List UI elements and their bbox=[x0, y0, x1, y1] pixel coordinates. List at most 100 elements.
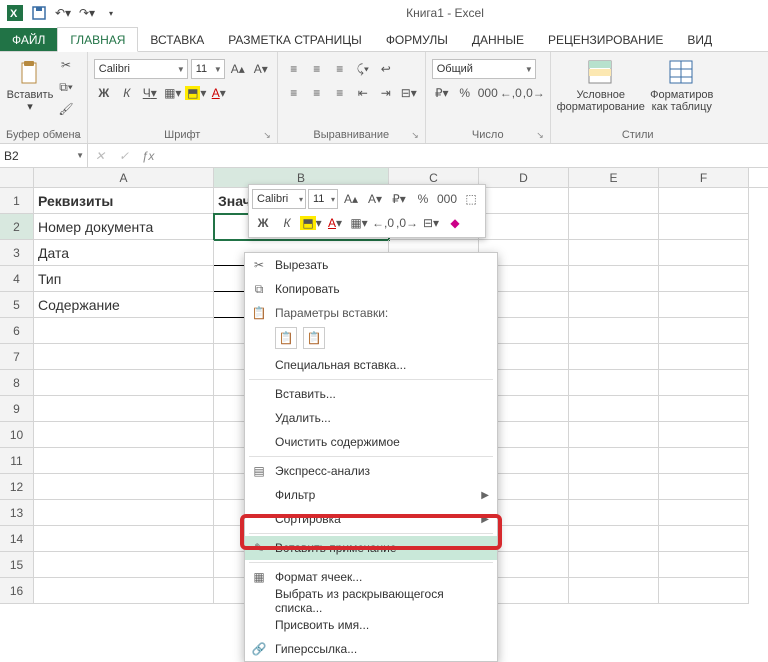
decrease-font-button[interactable]: A▾ bbox=[251, 59, 271, 79]
row-header[interactable]: 6 bbox=[0, 318, 34, 344]
decrease-decimal-button[interactable]: ,0→ bbox=[524, 83, 544, 103]
increase-indent-button[interactable]: ⇥ bbox=[376, 83, 396, 103]
clipboard-dialog-launcher[interactable]: ↘ bbox=[73, 130, 81, 141]
mini-clear-format[interactable]: ◆ bbox=[444, 212, 466, 234]
row-header[interactable]: 2 bbox=[0, 214, 34, 240]
select-all-corner[interactable] bbox=[0, 168, 34, 187]
accounting-format-button[interactable]: ₽▾ bbox=[432, 83, 452, 103]
cell-F5[interactable] bbox=[659, 292, 749, 318]
paste-button[interactable]: Вставить▾ bbox=[6, 55, 54, 113]
font-name-combo[interactable]: Calibri▼ bbox=[94, 59, 188, 79]
conditional-formatting-button[interactable]: Условное форматирование bbox=[557, 55, 645, 113]
mini-font-name[interactable]: Calibri▾ bbox=[252, 189, 306, 209]
row-header[interactable]: 8 bbox=[0, 370, 34, 396]
cell-A14[interactable] bbox=[34, 526, 214, 552]
cell-F6[interactable] bbox=[659, 318, 749, 344]
cell-F11[interactable] bbox=[659, 448, 749, 474]
mini-percent[interactable]: % bbox=[412, 188, 434, 210]
cell-A7[interactable] bbox=[34, 344, 214, 370]
redo-button[interactable]: ↷▾ bbox=[76, 2, 98, 24]
number-dialog-launcher[interactable]: ↘ bbox=[536, 130, 544, 141]
mini-decrease-font[interactable]: A▾ bbox=[364, 188, 386, 210]
ctx-paste-special[interactable]: Специальная вставка... bbox=[245, 353, 497, 377]
ctx-filter[interactable]: Фильтр▶ bbox=[245, 483, 497, 507]
tab-view[interactable]: ВИД bbox=[675, 28, 724, 51]
mini-bold[interactable]: Ж bbox=[252, 212, 274, 234]
increase-decimal-button[interactable]: ←,0 bbox=[501, 83, 521, 103]
wrap-text-button[interactable]: ↩ bbox=[376, 59, 396, 79]
cell-D2[interactable] bbox=[479, 214, 569, 240]
font-color-button[interactable]: A▾ bbox=[209, 83, 229, 103]
row-header[interactable]: 11 bbox=[0, 448, 34, 474]
mini-dec-decimal[interactable]: ,0→ bbox=[396, 212, 418, 234]
increase-font-button[interactable]: A▴ bbox=[228, 59, 248, 79]
cell-A2[interactable]: Номер документа bbox=[34, 214, 214, 240]
formula-input[interactable] bbox=[160, 144, 768, 167]
name-box[interactable]: B2▼ bbox=[0, 144, 88, 167]
ctx-insert[interactable]: Вставить... bbox=[245, 382, 497, 406]
cell-E4[interactable] bbox=[569, 266, 659, 292]
align-bottom-button[interactable]: ≡ bbox=[330, 59, 350, 79]
cell-A1[interactable]: Реквизиты bbox=[34, 188, 214, 214]
cell-F16[interactable] bbox=[659, 578, 749, 604]
orientation-button[interactable]: ⤹▾ bbox=[353, 59, 373, 79]
cell-F7[interactable] bbox=[659, 344, 749, 370]
borders-button[interactable]: ▦▾ bbox=[163, 83, 183, 103]
cell-E7[interactable] bbox=[569, 344, 659, 370]
cell-E15[interactable] bbox=[569, 552, 659, 578]
cell-A4[interactable]: Тип bbox=[34, 266, 214, 292]
cell-A13[interactable] bbox=[34, 500, 214, 526]
cell-F15[interactable] bbox=[659, 552, 749, 578]
undo-button[interactable]: ↶▾ bbox=[52, 2, 74, 24]
cell-A9[interactable] bbox=[34, 396, 214, 422]
ctx-pick-from-list[interactable]: Выбрать из раскрывающегося списка... bbox=[245, 589, 497, 613]
cell-A6[interactable] bbox=[34, 318, 214, 344]
cell-E11[interactable] bbox=[569, 448, 659, 474]
cell-A5[interactable]: Содержание bbox=[34, 292, 214, 318]
cell-E10[interactable] bbox=[569, 422, 659, 448]
row-header[interactable]: 3 bbox=[0, 240, 34, 266]
ctx-format-cells[interactable]: ▦Формат ячеек... bbox=[245, 565, 497, 589]
align-top-button[interactable]: ≡ bbox=[284, 59, 304, 79]
cell-A16[interactable] bbox=[34, 578, 214, 604]
cell-A15[interactable] bbox=[34, 552, 214, 578]
col-header-F[interactable]: F bbox=[659, 168, 749, 187]
cell-E1[interactable] bbox=[569, 188, 659, 214]
underline-button[interactable]: Ч▾ bbox=[140, 83, 160, 103]
cell-F13[interactable] bbox=[659, 500, 749, 526]
percent-format-button[interactable]: % bbox=[455, 83, 475, 103]
row-header[interactable]: 14 bbox=[0, 526, 34, 552]
cell-E8[interactable] bbox=[569, 370, 659, 396]
align-right-button[interactable]: ≡ bbox=[330, 83, 350, 103]
cell-F2[interactable] bbox=[659, 214, 749, 240]
mini-format-painter[interactable]: ⬚ bbox=[460, 188, 482, 210]
mini-merge[interactable]: ⊟▾ bbox=[420, 212, 442, 234]
cell-A3[interactable]: Дата bbox=[34, 240, 214, 266]
col-header-A[interactable]: A bbox=[34, 168, 214, 187]
cell-E2[interactable] bbox=[569, 214, 659, 240]
fx-button[interactable]: ƒx bbox=[136, 149, 160, 163]
align-dialog-launcher[interactable]: ↘ bbox=[411, 130, 419, 141]
row-header[interactable]: 9 bbox=[0, 396, 34, 422]
row-header[interactable]: 16 bbox=[0, 578, 34, 604]
tab-home[interactable]: ГЛАВНАЯ bbox=[57, 27, 138, 52]
cell-F1[interactable] bbox=[659, 188, 749, 214]
row-header[interactable]: 10 bbox=[0, 422, 34, 448]
mini-comma[interactable]: 000 bbox=[436, 188, 458, 210]
cell-E16[interactable] bbox=[569, 578, 659, 604]
mini-font-color[interactable]: A▾ bbox=[324, 212, 346, 234]
cell-A10[interactable] bbox=[34, 422, 214, 448]
align-left-button[interactable]: ≡ bbox=[284, 83, 304, 103]
col-header-E[interactable]: E bbox=[569, 168, 659, 187]
ctx-delete[interactable]: Удалить... bbox=[245, 406, 497, 430]
cell-E3[interactable] bbox=[569, 240, 659, 266]
col-header-D[interactable]: D bbox=[479, 168, 569, 187]
cell-A11[interactable] bbox=[34, 448, 214, 474]
bold-button[interactable]: Ж bbox=[94, 83, 114, 103]
tab-file[interactable]: ФАЙЛ bbox=[0, 28, 57, 51]
ctx-insert-comment[interactable]: ✎Вставить примечание bbox=[245, 536, 497, 560]
mini-accounting-format[interactable]: ₽▾ bbox=[388, 188, 410, 210]
cell-A8[interactable] bbox=[34, 370, 214, 396]
cell-E14[interactable] bbox=[569, 526, 659, 552]
tab-page-layout[interactable]: РАЗМЕТКА СТРАНИЦЫ bbox=[216, 28, 374, 51]
